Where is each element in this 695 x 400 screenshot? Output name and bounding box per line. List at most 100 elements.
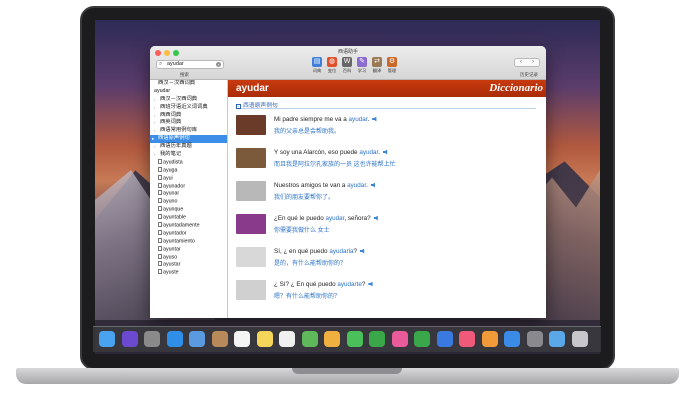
toolbar-icon-3: ✎ xyxy=(357,57,367,67)
toolbar-label: 翻译 xyxy=(372,68,382,73)
sidebar-item[interactable]: ayuno xyxy=(150,198,227,206)
disclosure-icon[interactable]: › xyxy=(154,104,156,112)
trash-icon[interactable] xyxy=(571,331,588,347)
disclosure-icon[interactable]: › xyxy=(154,143,156,151)
sidebar-item-label: ayudar xyxy=(154,87,171,94)
music-icon[interactable] xyxy=(459,331,475,347)
numbers-icon[interactable] xyxy=(414,331,430,347)
sidebar-item[interactable]: › 我的笔记 xyxy=(150,151,227,159)
sidebar-item[interactable]: ayuntable xyxy=(150,214,227,222)
sidebar-item[interactable]: › 西汉－汉西词典 xyxy=(150,96,227,104)
sidebar-item-label: 西西词典 xyxy=(160,111,182,118)
toolbar-item-0[interactable]: ▤ 词典 xyxy=(310,57,324,74)
example-text: ? xyxy=(353,248,357,255)
sidebar-item[interactable]: ayustar xyxy=(150,261,227,269)
document-icon xyxy=(158,269,162,275)
sidebar-item[interactable]: ayui xyxy=(150,174,227,183)
disclosure-icon[interactable]: ▸ xyxy=(152,135,154,143)
clear-search-icon[interactable]: × xyxy=(216,62,221,67)
sidebar-item[interactable]: ayuso xyxy=(150,253,227,262)
speaker-icon[interactable] xyxy=(360,248,365,254)
sidebar-item[interactable]: 西汉－汉西词典 xyxy=(150,80,227,88)
speaker-icon[interactable] xyxy=(370,182,376,188)
sidebar-item[interactable]: ayudista xyxy=(150,158,227,167)
itunes-icon[interactable] xyxy=(391,331,408,347)
sidebar-item[interactable]: ayuntamiento xyxy=(150,237,227,246)
sidebar-item[interactable]: ayunar xyxy=(150,190,227,198)
collapse-icon[interactable]: − xyxy=(236,103,241,109)
example-thumbnail[interactable] xyxy=(236,280,266,300)
headword: ayudar xyxy=(236,83,269,94)
example-thumbnail[interactable] xyxy=(236,247,266,267)
example-text: Mi padre siempre me va a xyxy=(274,116,349,123)
keynote-icon[interactable] xyxy=(436,331,453,347)
finder-icon[interactable] xyxy=(99,331,115,347)
sidebar-item[interactable]: ayuntador xyxy=(150,229,227,238)
section-header[interactable]: − 西语原声例句 xyxy=(236,100,536,109)
sidebar-item-label: 西语常用例句库 xyxy=(160,127,198,134)
example-translation: 是的，有什么能帮助你的？ xyxy=(274,261,347,267)
example-thumbnail[interactable] xyxy=(236,214,266,234)
sidebar-item[interactable]: ayuntar xyxy=(150,245,227,254)
sidebar-item[interactable]: ▸ 西语原声例句 xyxy=(150,135,227,144)
sidebar-item[interactable]: ayunador xyxy=(150,182,227,191)
speaker-icon[interactable] xyxy=(368,281,373,287)
example-keyword[interactable]: ayudar xyxy=(325,215,344,222)
launchpad-icon[interactable] xyxy=(144,331,160,347)
speaker-icon[interactable] xyxy=(382,149,388,155)
speaker-icon[interactable] xyxy=(372,116,377,122)
speaker-icon[interactable] xyxy=(373,215,378,221)
toolbar-item-2[interactable]: W 百科 xyxy=(340,57,354,74)
search-input[interactable]: ⌕ ayudar × xyxy=(156,60,224,69)
example-text: ? xyxy=(361,281,366,288)
facetime-icon[interactable] xyxy=(369,331,385,347)
history-nav: ‹ › xyxy=(514,58,540,67)
example-keyword[interactable]: ayudar xyxy=(359,149,378,156)
toolbar-item-5[interactable]: ⚙ 管理 xyxy=(385,57,399,74)
mail-icon[interactable] xyxy=(189,331,205,347)
siri-icon[interactable] xyxy=(121,331,138,347)
example-keyword[interactable]: ayudar xyxy=(347,182,366,189)
appstore-icon[interactable] xyxy=(504,331,520,347)
example-keyword[interactable]: ayudar xyxy=(349,116,368,123)
notes-icon[interactable] xyxy=(256,331,273,347)
document-icon xyxy=(158,158,162,164)
sidebar-item[interactable]: ayuga xyxy=(150,166,227,175)
contacts-icon[interactable] xyxy=(211,331,228,347)
example-keyword[interactable]: ayudarla xyxy=(329,248,353,255)
sidebar[interactable]: 西汉－汉西词典▾ayudar›西汉－汉西词典›西班牙语近义词词典›西西词典›西英… xyxy=(150,80,228,318)
sidebar-item-label: 西语历年真题 xyxy=(160,143,192,150)
sidebar-item[interactable]: ayuste xyxy=(150,269,227,277)
toolbar-item-3[interactable]: ✎ 学习 xyxy=(355,57,369,74)
sidebar-item[interactable]: ▾ayudar xyxy=(150,88,227,96)
disclosure-icon[interactable]: › xyxy=(154,112,156,120)
back-button[interactable]: ‹ xyxy=(520,59,522,66)
example-thumbnail[interactable] xyxy=(236,148,266,168)
forward-button[interactable]: › xyxy=(532,59,534,66)
document-icon xyxy=(158,198,162,204)
maps-icon[interactable] xyxy=(301,331,318,347)
example-thumbnail[interactable] xyxy=(236,181,266,201)
safari-icon[interactable] xyxy=(166,331,183,347)
folder-icon[interactable] xyxy=(549,331,565,347)
disclosure-icon[interactable]: › xyxy=(154,151,156,159)
photos-icon[interactable] xyxy=(324,331,340,347)
ibooks-icon[interactable] xyxy=(481,331,498,347)
toolbar-item-4[interactable]: ⇄ 翻译 xyxy=(370,57,384,74)
toolbar-label: 词典 xyxy=(312,68,322,73)
toolbar-item-1[interactable]: ◍ 变位 xyxy=(325,57,339,74)
disclosure-icon[interactable]: › xyxy=(154,127,156,135)
example-keyword[interactable]: ayudarte xyxy=(337,281,362,288)
sidebar-item[interactable]: ayuntadamente xyxy=(150,222,227,230)
sidebar-item[interactable]: › 西语历年真题 xyxy=(150,143,227,151)
disclosure-icon[interactable]: › xyxy=(154,96,156,104)
settings-icon[interactable] xyxy=(526,331,543,347)
sidebar-item[interactable]: › 西班牙语近义词词典 xyxy=(150,104,227,112)
toolbar-icon-2: W xyxy=(342,57,352,67)
calendar-icon[interactable] xyxy=(234,331,250,347)
example-thumbnail[interactable] xyxy=(236,115,266,135)
sidebar-item[interactable]: ayunque xyxy=(150,206,227,214)
reminders-icon[interactable] xyxy=(279,331,295,347)
messages-icon[interactable] xyxy=(346,331,363,347)
disclosure-icon[interactable]: › xyxy=(154,119,156,127)
